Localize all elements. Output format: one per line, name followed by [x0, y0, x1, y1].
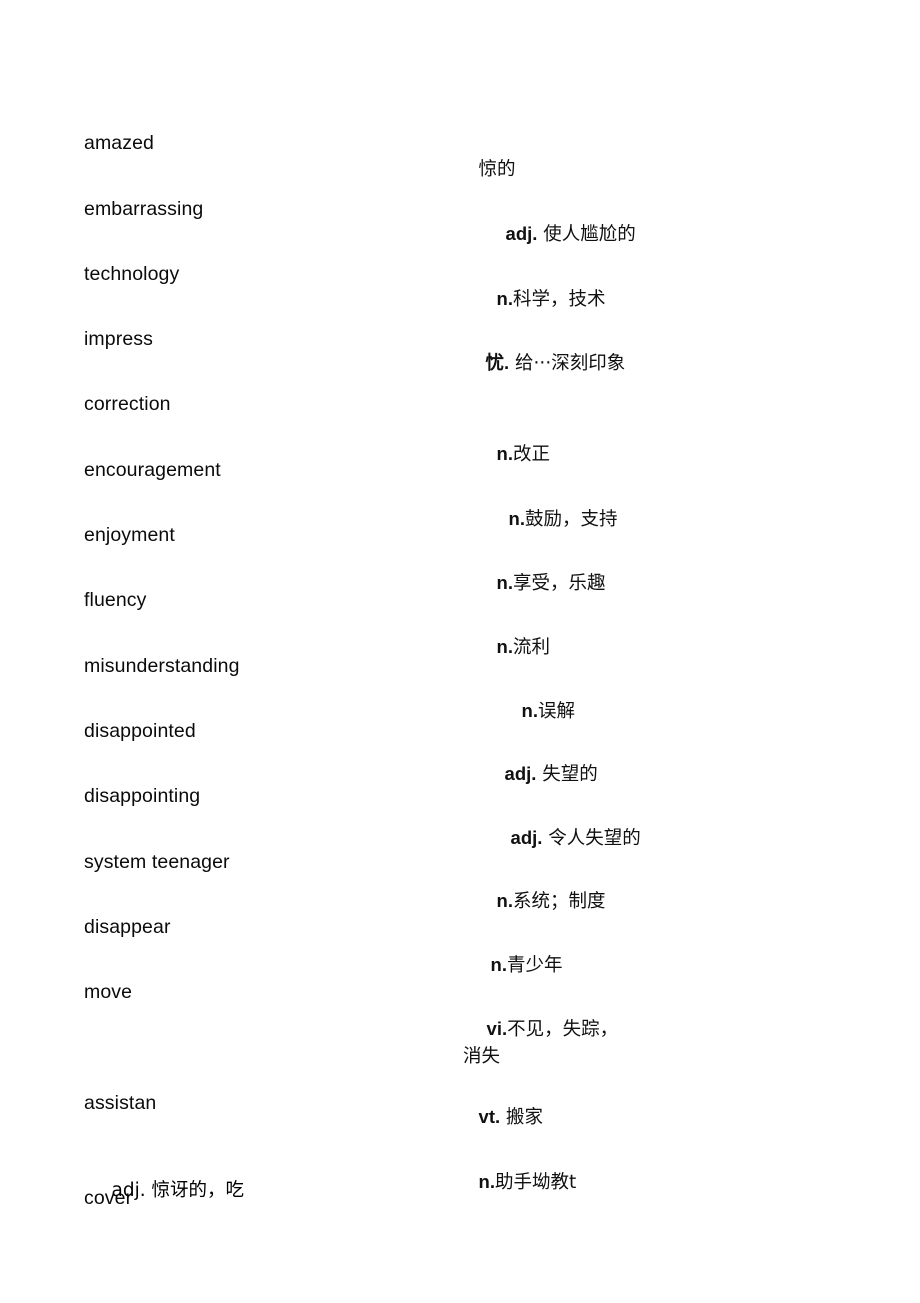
definition-text: 助手坳教t	[494, 1172, 577, 1194]
part-of-speech: n.	[508, 508, 525, 530]
definition-text: 科学，技术	[512, 289, 606, 311]
word-entry: system teenager	[84, 851, 230, 873]
part-of-speech: vt.	[478, 1106, 501, 1128]
definition-entry: 忧. 给···深刻印象	[462, 324, 632, 404]
part-of-speech: n.	[490, 954, 507, 976]
word-entry: disappointing	[84, 785, 201, 807]
definition-text: 搬家	[500, 1107, 544, 1129]
part-of-speech: adj.	[505, 223, 538, 245]
definition-text: 给···深刻印象	[509, 353, 626, 375]
part-of-speech: n.	[478, 1171, 495, 1193]
definition-text: 失望的	[536, 764, 598, 786]
part-of-speech: vi.	[486, 1018, 508, 1040]
word-entry: misunderstanding	[84, 655, 240, 677]
definition-text: 改正	[512, 444, 550, 466]
word-entry: amazed	[84, 132, 154, 154]
part-of-speech: n.	[496, 288, 513, 310]
definition-entry-trailing: n.助手坳教t	[455, 1143, 655, 1223]
definition-text: 惊讶的，吃	[145, 1180, 245, 1202]
definition-text: 享受，乐趣	[512, 573, 606, 595]
word-entry: correction	[84, 393, 171, 415]
definition-text: 使人尴尬的	[537, 224, 636, 246]
definition-text: 鼓励，支持	[524, 509, 618, 531]
definition-text: 误解	[537, 701, 575, 723]
word-entry: encouragement	[84, 459, 221, 481]
word-entry: enjoyment	[84, 524, 175, 546]
definition-text: 惊的	[478, 159, 516, 181]
part-of-speech: n.	[496, 636, 513, 658]
part-of-speech: n.	[496, 572, 513, 594]
word-entry: disappear	[84, 916, 171, 938]
definition-text: 流利	[512, 637, 550, 659]
part-of-speech: adj.	[504, 763, 537, 785]
word-entry-orphan: cover	[84, 1187, 133, 1209]
word-entry: disappointed	[84, 720, 196, 742]
part-of-speech: adj.	[510, 827, 543, 849]
word-entry: embarrassing	[84, 198, 204, 220]
definition-text: 青少年	[506, 955, 563, 977]
definition-text: 令人失望的	[542, 828, 641, 850]
word-entry: impress	[84, 328, 153, 350]
part-of-speech: n.	[521, 700, 538, 722]
word-entry: fluency	[84, 589, 147, 611]
definition-text: 系统；制度	[512, 891, 606, 913]
vocabulary-page: amazed embarrassing technology impress c…	[0, 0, 920, 1303]
word-entry: technology	[84, 263, 180, 285]
part-of-speech: 忧.	[485, 352, 510, 374]
word-entry: assistan	[84, 1092, 157, 1114]
part-of-speech: n.	[496, 890, 513, 912]
part-of-speech: n.	[496, 443, 513, 465]
word-entry: move	[84, 981, 133, 1003]
